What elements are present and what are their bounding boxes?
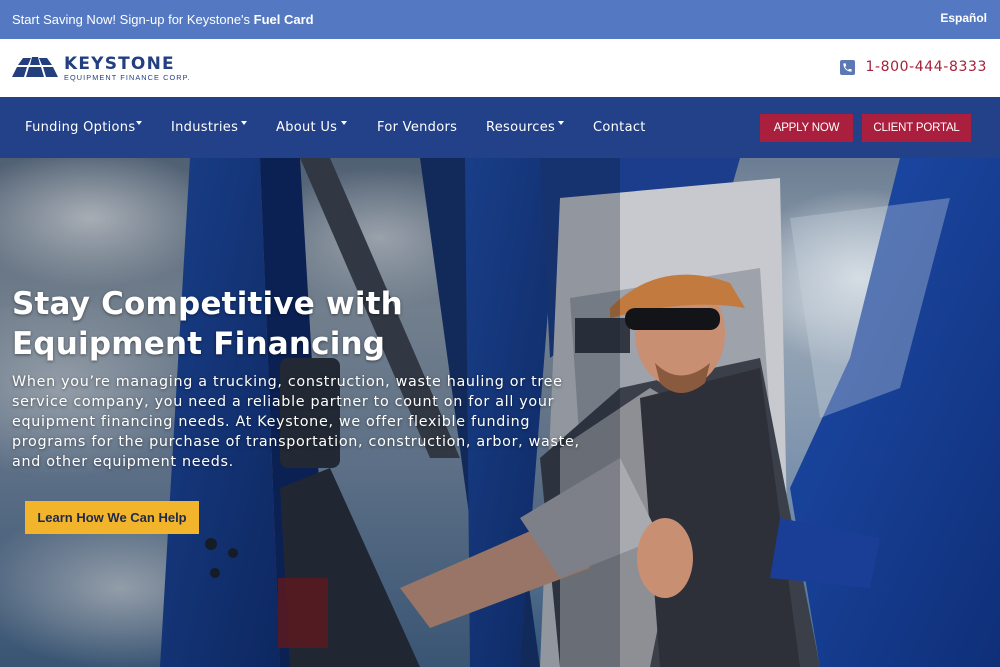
caret-down-icon bbox=[341, 121, 347, 125]
nav-item-about-us[interactable]: About Us bbox=[276, 120, 337, 135]
site-header: KEYSTONE EQUIPMENT FINANCE CORP. 1-800-4… bbox=[0, 39, 1000, 97]
keystone-logo[interactable]: KEYSTONE EQUIPMENT FINANCE CORP. bbox=[12, 54, 192, 84]
language-link-espanol[interactable]: Español bbox=[940, 11, 987, 25]
fuel-card-link[interactable]: Fuel Card bbox=[254, 12, 314, 27]
logo-tagline: EQUIPMENT FINANCE CORP. bbox=[64, 73, 191, 82]
main-nav: Funding Options Industries About Us For … bbox=[0, 97, 1000, 158]
caret-down-icon bbox=[558, 121, 564, 125]
learn-how-button[interactable]: Learn How We Can Help bbox=[25, 501, 199, 534]
nav-item-contact[interactable]: Contact bbox=[593, 120, 646, 135]
caret-down-icon bbox=[241, 121, 247, 125]
nav-item-resources[interactable]: Resources bbox=[486, 120, 555, 135]
hero-section: Stay Competitive with Equipment Financin… bbox=[0, 158, 1000, 667]
caret-down-icon bbox=[136, 121, 142, 125]
phone-number: 1-800-444-8333 bbox=[865, 59, 987, 75]
announcement-bar: Start Saving Now! Sign-up for Keystone's… bbox=[0, 0, 1000, 39]
nav-item-funding-options[interactable]: Funding Options bbox=[25, 120, 135, 135]
keystone-arch-icon bbox=[12, 57, 58, 77]
apply-now-button[interactable]: APPLY NOW bbox=[760, 114, 853, 142]
phone-icon bbox=[840, 59, 856, 75]
client-portal-button[interactable]: CLIENT PORTAL bbox=[862, 114, 971, 142]
phone-contact[interactable]: 1-800-444-8333 bbox=[840, 57, 987, 77]
promo-prefix: Start Saving Now! Sign-up for Keystone's bbox=[12, 12, 254, 27]
nav-item-industries[interactable]: Industries bbox=[171, 120, 238, 135]
nav-item-for-vendors[interactable]: For Vendors bbox=[377, 120, 457, 135]
hero-title: Stay Competitive with Equipment Financin… bbox=[12, 286, 403, 362]
hero-description: When you’re managing a trucking, constru… bbox=[12, 374, 580, 470]
logo-brand: KEYSTONE bbox=[64, 54, 175, 74]
promo-text: Start Saving Now! Sign-up for Keystone's… bbox=[12, 12, 314, 27]
